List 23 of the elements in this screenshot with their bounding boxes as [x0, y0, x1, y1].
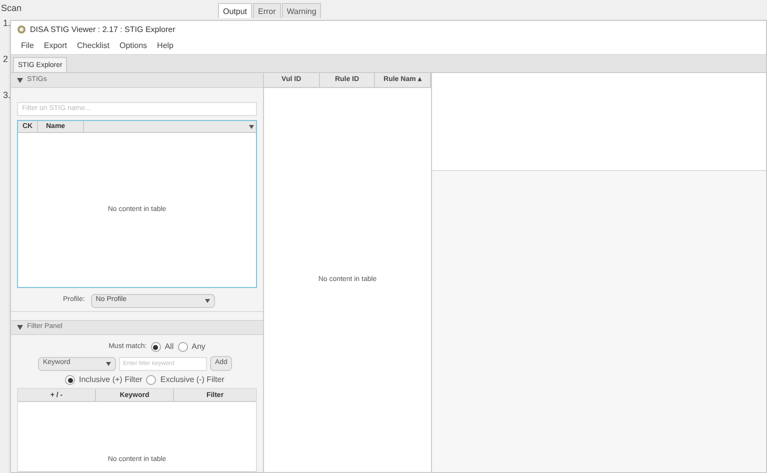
- app-title: Scan: [0, 2, 23, 16]
- menu-item[interactable]: Help: [157, 40, 174, 52]
- app-icon: [17, 25, 26, 34]
- collapse-icon[interactable]: [17, 78, 23, 82]
- step-number: 2: [3, 54, 10, 64]
- radio-option[interactable]: All: [150, 341, 174, 353]
- dropdown-arrow-icon: [204, 298, 210, 302]
- menu-item[interactable]: Export: [44, 40, 68, 52]
- dropdown-arrow-icon: [106, 362, 111, 366]
- window-title: DISA STIG Viewer : 2.17 : STIG Explorer: [30, 24, 176, 36]
- output-tab[interactable]: Warning: [282, 3, 322, 18]
- step-number: 1.: [3, 18, 12, 28]
- radio-option[interactable]: Inclusive (+) Filter: [65, 374, 142, 386]
- dropdown-arrow-icon[interactable]: [249, 124, 254, 128]
- output-tab[interactable]: Output: [218, 3, 252, 18]
- menu-item[interactable]: Checklist: [77, 40, 110, 52]
- radio-option[interactable]: Exclusive (-) Filter: [146, 374, 224, 386]
- collapse-icon[interactable]: [17, 325, 23, 330]
- output-tab[interactable]: Error: [253, 3, 281, 18]
- menu-item[interactable]: File: [21, 40, 34, 52]
- menu-item[interactable]: Options: [119, 40, 148, 52]
- step-number: 3.: [3, 90, 12, 100]
- radio-option[interactable]: Any: [178, 341, 206, 353]
